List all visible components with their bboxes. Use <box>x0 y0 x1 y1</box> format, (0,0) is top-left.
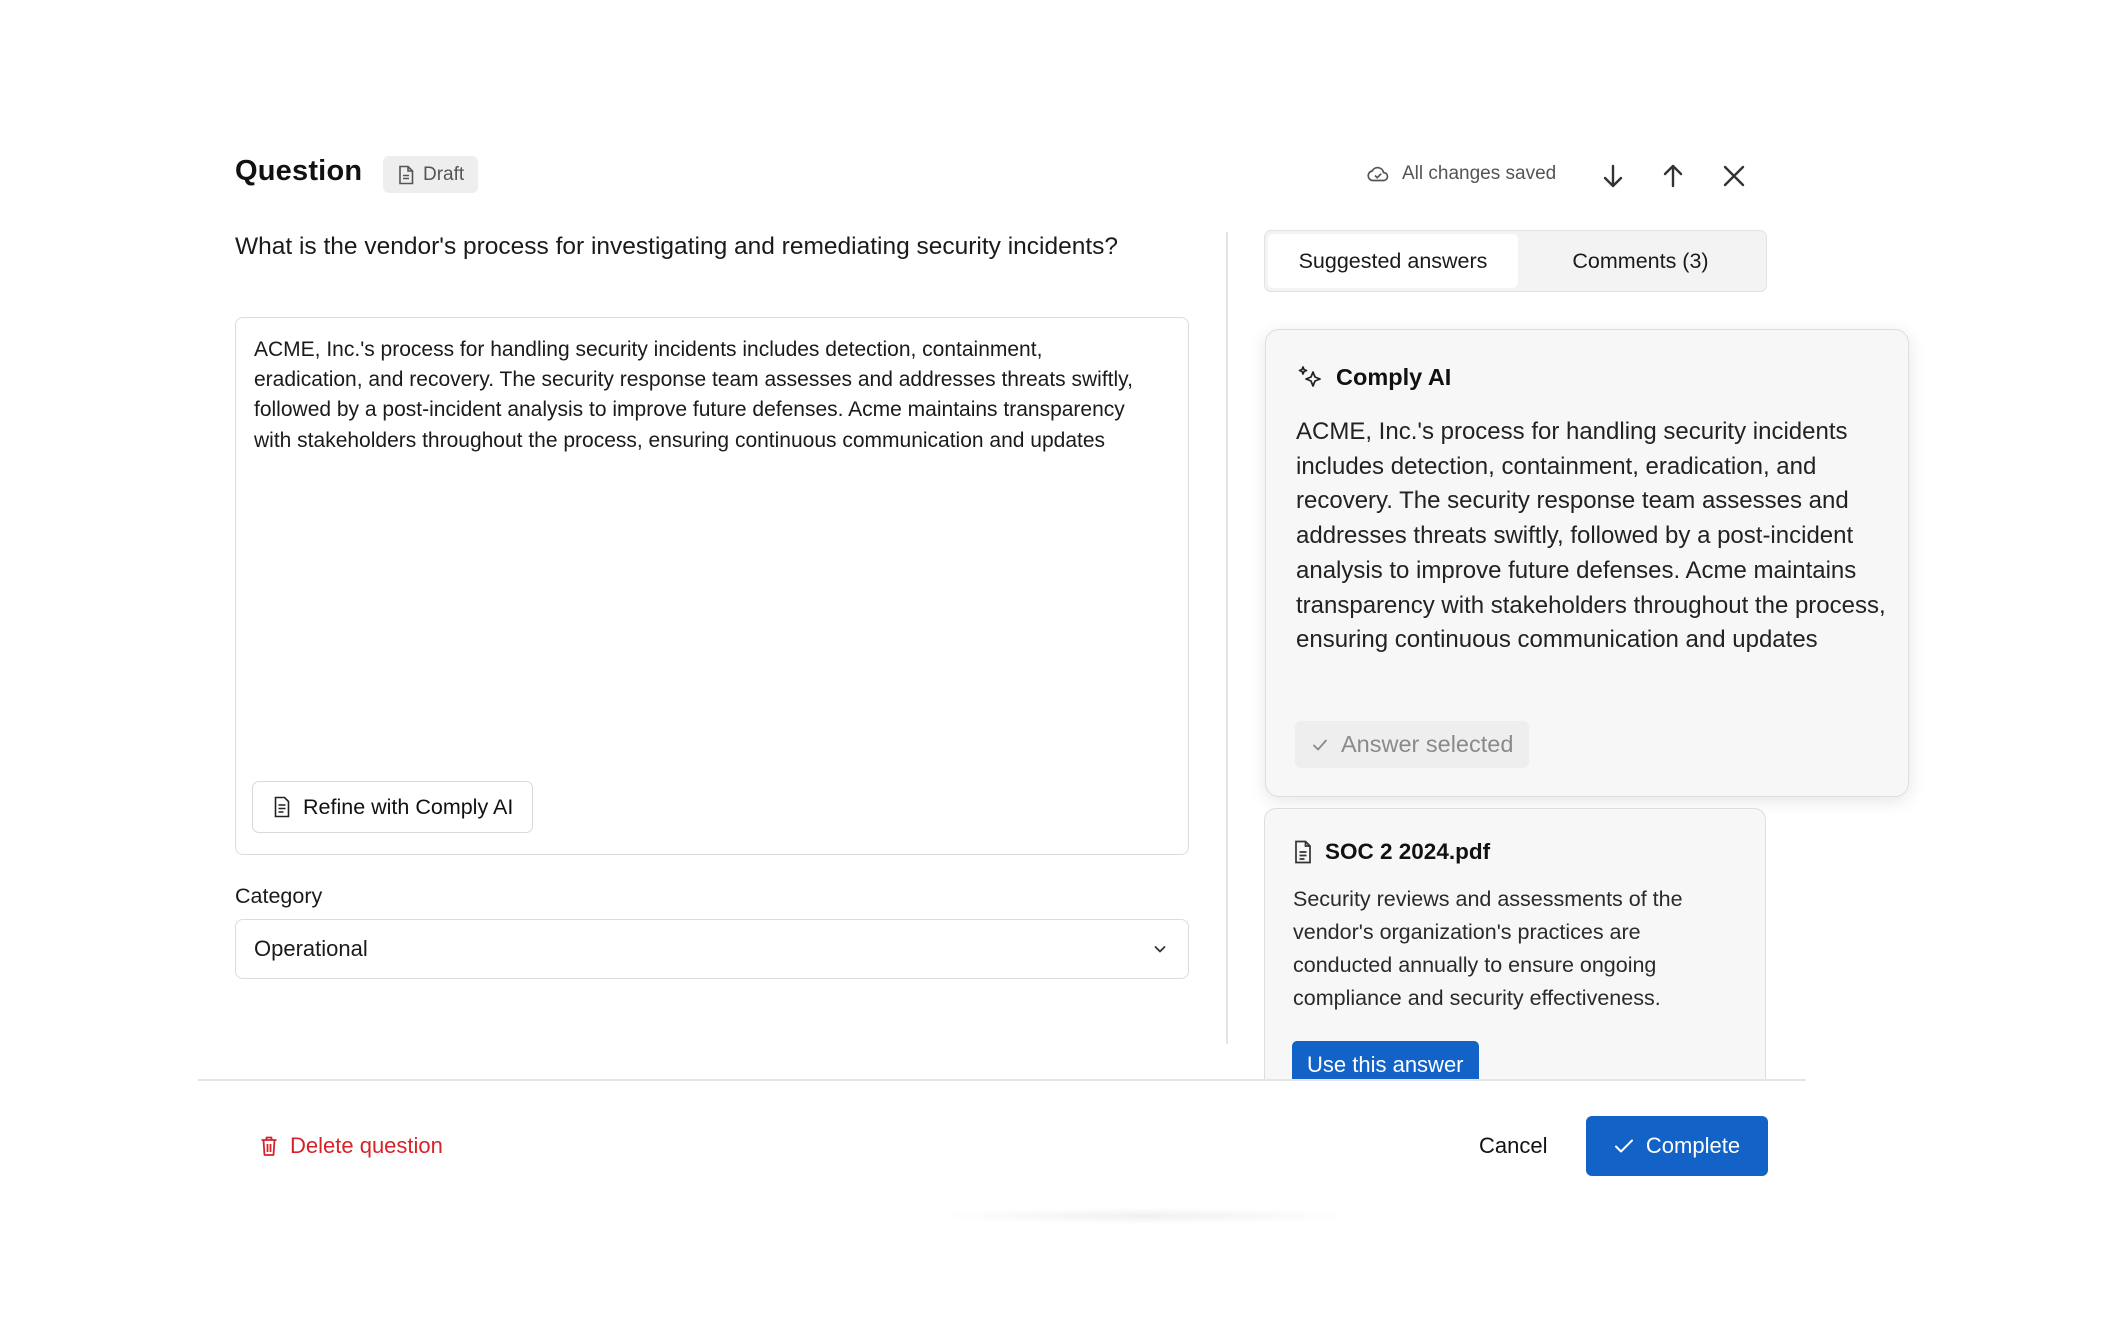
document-suggestion-header: SOC 2 2024.pdf <box>1293 839 1490 865</box>
refine-button-label: Refine with Comply AI <box>303 795 513 820</box>
tab-suggested-answers[interactable]: Suggested answers <box>1268 234 1518 288</box>
answer-value[interactable]: ACME, Inc.'s process for handling securi… <box>254 335 1154 456</box>
save-status: All changes saved <box>1366 163 1556 185</box>
document-suggestion-card[interactable]: SOC 2 2024.pdf Security reviews and asse… <box>1264 808 1766 1080</box>
answer-selected-label: Answer selected <box>1341 731 1513 758</box>
status-badge-label: Draft <box>423 164 464 186</box>
cancel-button[interactable]: Cancel <box>1479 1133 1547 1159</box>
ai-suggestion-text: ACME, Inc.'s process for handling securi… <box>1296 415 1896 658</box>
status-badge: Draft <box>383 156 478 193</box>
cloud-check-icon <box>1366 164 1390 184</box>
check-icon <box>1614 1138 1634 1154</box>
complete-button-label: Complete <box>1646 1133 1740 1159</box>
delete-question-label: Delete question <box>290 1133 443 1159</box>
arrow-down-icon <box>1599 162 1627 190</box>
check-icon <box>1311 736 1329 754</box>
document-suggestion-text: Security reviews and assessments of the … <box>1293 883 1733 1015</box>
document-source-label: SOC 2 2024.pdf <box>1325 839 1490 865</box>
modal-shadow <box>930 1208 1360 1224</box>
delete-question-button[interactable]: Delete question <box>260 1133 443 1159</box>
file-icon <box>397 165 415 185</box>
document-sparkle-icon <box>273 796 291 818</box>
ai-suggestion-card[interactable]: Comply AI ACME, Inc.'s process for handl… <box>1265 329 1909 797</box>
close-button[interactable] <box>1716 158 1752 194</box>
file-icon <box>1293 840 1313 864</box>
trash-icon <box>260 1135 278 1157</box>
footer <box>198 1081 1806 1181</box>
question-text: What is the vendor's process for investi… <box>235 233 1118 261</box>
answer-tabs: Suggested answers Comments (3) <box>1264 230 1767 292</box>
column-divider <box>1226 232 1228 1044</box>
previous-question-button[interactable] <box>1655 158 1691 194</box>
answer-selected-badge: Answer selected <box>1295 721 1529 768</box>
footer-divider <box>198 1079 1806 1081</box>
category-label: Category <box>235 884 322 909</box>
category-value: Operational <box>254 936 368 962</box>
refine-with-ai-button[interactable]: Refine with Comply AI <box>252 781 533 833</box>
close-icon <box>1720 162 1748 190</box>
arrow-up-icon <box>1659 162 1687 190</box>
tab-comments[interactable]: Comments (3) <box>1518 234 1763 288</box>
answer-textarea[interactable]: ACME, Inc.'s process for handling securi… <box>235 317 1189 855</box>
save-status-label: All changes saved <box>1402 163 1556 185</box>
use-this-answer-button[interactable]: Use this answer <box>1292 1041 1479 1080</box>
ai-source-label: Comply AI <box>1336 364 1451 391</box>
ai-suggestion-header: Comply AI <box>1296 363 1451 391</box>
category-select[interactable]: Operational <box>235 919 1189 979</box>
next-question-button[interactable] <box>1595 158 1631 194</box>
page-title: Question <box>235 155 362 188</box>
complete-button[interactable]: Complete <box>1586 1116 1768 1176</box>
chevron-down-icon <box>1152 941 1168 957</box>
sparkle-icon <box>1296 363 1324 391</box>
